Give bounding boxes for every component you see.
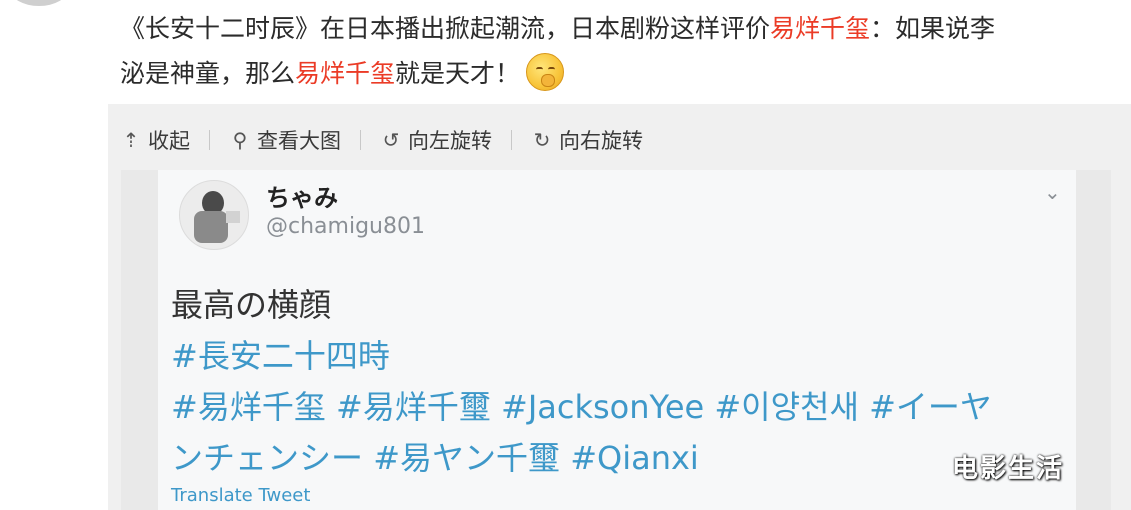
tweet-text: 最高の横顔 bbox=[171, 286, 332, 324]
thinking-face-emoji-icon bbox=[526, 53, 565, 91]
view-large-label: 查看大图 bbox=[257, 129, 341, 153]
hashtag: #이양천새 bbox=[714, 388, 859, 426]
hashtag: #易烊千玺 bbox=[171, 388, 326, 426]
post-text-part: 《长安十二时辰》在日本播出掀起潮流，日本剧粉这样评价 bbox=[120, 14, 771, 43]
post-highlight-name[interactable]: 易烊千玺 bbox=[295, 59, 395, 88]
rotate-left-button[interactable]: ↺ 向左旋转 bbox=[380, 125, 492, 155]
magnifier-icon: ⚲ bbox=[232, 128, 248, 152]
chevron-down-icon: ⌄ bbox=[1044, 180, 1061, 204]
post-highlight-name[interactable]: 易烊千玺 bbox=[770, 14, 870, 43]
rotate-left-label: 向左旋转 bbox=[408, 129, 492, 153]
hashtag: ンチェンシー bbox=[171, 439, 364, 477]
toolbar-divider bbox=[209, 130, 210, 150]
view-large-button[interactable]: ⚲ 查看大图 bbox=[229, 125, 341, 155]
rotate-right-icon: ↻ bbox=[533, 128, 551, 152]
hashtag: #易ヤン千璽 bbox=[373, 439, 561, 477]
tweet-avatar bbox=[179, 180, 249, 250]
toolbar-divider bbox=[360, 130, 361, 150]
rotate-right-button[interactable]: ↻ 向右旋转 bbox=[531, 125, 643, 155]
upload-arrow-icon: ⇡ bbox=[122, 128, 140, 152]
watermark: 电影生活 bbox=[952, 454, 1065, 484]
hashtag: #イーヤ bbox=[869, 388, 992, 426]
image-toolbar: ⇡ 收起 ⚲ 查看大图 ↺ 向左旋转 ↻ 向右旋转 bbox=[120, 120, 643, 160]
tweet-handle: @chamigu801 bbox=[266, 214, 425, 239]
toolbar-divider bbox=[511, 130, 512, 150]
hashtag: #長安二十四時 bbox=[171, 337, 390, 375]
hashtag: #Qianxi bbox=[570, 439, 699, 477]
post-text-part: ：如果说李 bbox=[870, 14, 996, 43]
hashtag: #易烊千璽 bbox=[336, 388, 491, 426]
poster-avatar[interactable] bbox=[10, 0, 68, 6]
tweet-display-name: ちゃみ bbox=[266, 184, 338, 212]
post-text-part: 就是天才！ bbox=[395, 59, 521, 88]
post-text-part: 泌是神童，那么 bbox=[120, 59, 296, 88]
collapse-label: 收起 bbox=[148, 129, 190, 153]
rotate-left-icon: ↺ bbox=[382, 128, 400, 152]
collapse-button[interactable]: ⇡ 收起 bbox=[120, 125, 190, 155]
rotate-right-label: 向右旋转 bbox=[559, 129, 643, 153]
translate-tweet-link: Translate Tweet bbox=[171, 485, 311, 506]
tweet-body: 最高の横顔 #長安二十四時 #易烊千玺 #易烊千璽 #JacksonYee #이… bbox=[171, 280, 1071, 484]
post-text: 《长安十二时辰》在日本播出掀起潮流，日本剧粉这样评价易烊千玺：如果说李 泌是神童… bbox=[120, 6, 1120, 96]
hashtag: #JacksonYee bbox=[501, 388, 705, 426]
